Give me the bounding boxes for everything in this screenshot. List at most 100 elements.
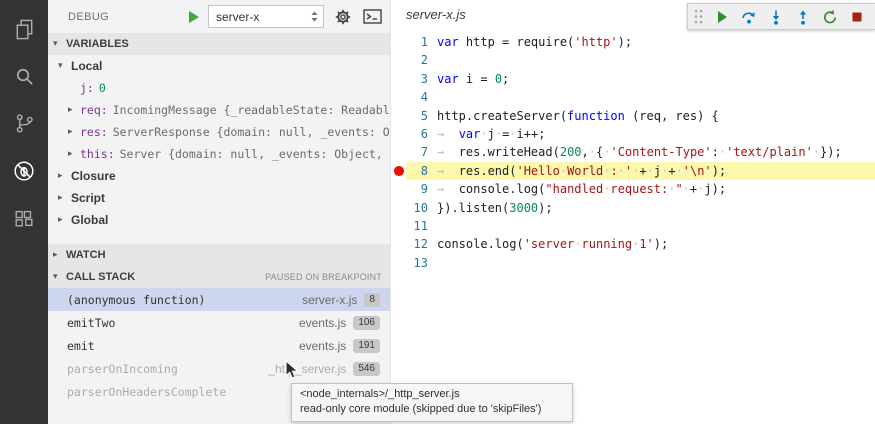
files-icon (13, 18, 36, 41)
code-text[interactable]: var i = 0; (428, 70, 509, 88)
code-line-inner: 6→ var·j·=·i++; (406, 125, 875, 143)
breakpoint-gutter[interactable] (391, 162, 406, 180)
chevron-right-icon: ▸ (58, 193, 68, 203)
activity-source-control[interactable] (0, 100, 48, 147)
activity-explorer[interactable] (0, 6, 48, 53)
activity-debug[interactable] (0, 147, 48, 194)
breakpoint-gutter[interactable] (391, 254, 406, 272)
code-text[interactable] (428, 254, 437, 272)
scope-label: Local (71, 59, 102, 73)
frame-function: parserOnHeadersComplete (67, 385, 226, 399)
open-debug-console-button[interactable] (362, 7, 382, 27)
call-stack-section-header[interactable]: ▾ CALL STACK PAUSED ON BREAKPOINT (48, 266, 390, 288)
code-text[interactable]: http.createServer(function (req, res) { (428, 107, 719, 125)
frame-line-badge: 8 (364, 293, 380, 307)
code-line-inner: 10}).listen(3000); (406, 199, 875, 217)
step-out-icon (795, 9, 811, 25)
breakpoint-gutter[interactable] (391, 143, 406, 161)
variables-tree: ▾Localj:0▸req:IncomingMessage {_readable… (48, 55, 390, 231)
line-number: 12 (406, 235, 428, 253)
chevron-right-icon[interactable]: ▸ (68, 149, 80, 159)
code-text[interactable]: → console.log("handled·request:·"·+·j); (428, 180, 726, 198)
drag-handle-icon (694, 8, 703, 25)
code-text[interactable] (428, 88, 437, 106)
configure-launch-button[interactable] (333, 7, 353, 27)
code-text[interactable] (428, 217, 437, 235)
code-text[interactable]: console.log('server·running·1'); (428, 235, 668, 253)
chevron-right-icon[interactable]: ▸ (68, 127, 80, 137)
variable-req[interactable]: ▸req:IncomingMessage {_readableState: Re… (48, 99, 390, 121)
toolbar-drag-handle[interactable] (694, 8, 703, 25)
variable-this[interactable]: ▸this:Server {domain: null, _events: Obj… (48, 143, 390, 165)
line-number: 9 (406, 180, 428, 198)
code-text[interactable]: → res.writeHead(200,·{·'Content-Type':·'… (428, 143, 842, 161)
code-line-inner: 9→ console.log("handled·request:·"·+·j); (406, 180, 875, 198)
step-into-icon (768, 9, 784, 25)
breakpoint-gutter[interactable] (391, 88, 406, 106)
step-over-button[interactable] (741, 9, 757, 25)
variable-value: Server {domain: null, _events: Object, … (120, 147, 390, 161)
breakpoint-gutter[interactable] (391, 180, 406, 198)
debug-icon (12, 159, 36, 183)
code-text[interactable]: }).listen(3000); (428, 199, 553, 217)
code-line-inner: 1var http = require('http'); (406, 33, 875, 51)
stack-frame-3[interactable]: parserOnIncoming_http_server.js546 (48, 357, 390, 380)
breakpoint-gutter[interactable] (391, 217, 406, 235)
activity-extensions[interactable] (0, 194, 48, 241)
frame-file: events.js (299, 339, 346, 353)
watch-section-header[interactable]: ▸ WATCH (48, 244, 390, 266)
continue-button[interactable] (714, 9, 730, 25)
frame-function: (anonymous function) (67, 293, 205, 307)
stack-frame-1[interactable]: emitTwoevents.js106 (48, 311, 390, 334)
chevron-right-icon: ▸ (58, 171, 68, 181)
variable-j[interactable]: j:0 (48, 77, 390, 99)
breakpoint-gutter[interactable] (391, 125, 406, 143)
stop-button[interactable] (849, 9, 865, 25)
breakpoint-gutter[interactable] (391, 70, 406, 88)
editor-pane: server-x.js 1var http = require('http');… (390, 0, 875, 424)
current-line-highlight: 8→ res.end('Hello·World·:·'·+·j·+·'\n'); (406, 162, 875, 180)
step-out-button[interactable] (795, 9, 811, 25)
scope-script[interactable]: ▸Script (48, 187, 390, 209)
scope-closure[interactable]: ▸Closure (48, 165, 390, 187)
frame-line-badge: 546 (353, 362, 380, 376)
launch-controls: server-x (189, 5, 382, 28)
variable-res[interactable]: ▸res:ServerResponse {domain: null, _even… (48, 121, 390, 143)
line-number: 1 (406, 33, 428, 51)
breakpoint-gutter[interactable] (391, 51, 406, 69)
breakpoint-gutter[interactable] (391, 199, 406, 217)
breakpoint-gutter[interactable] (391, 33, 406, 51)
debug-toolbar (687, 3, 875, 30)
scope-global[interactable]: ▸Global (48, 209, 390, 231)
code-text[interactable]: → res.end('Hello·World·:·'·+·j·+·'\n'); (428, 162, 726, 180)
breakpoint-gutter[interactable] (391, 107, 406, 125)
code-line-4: 4 (391, 88, 875, 106)
code-text[interactable]: var http = require('http'); (428, 33, 632, 51)
stop-icon (849, 9, 865, 25)
select-arrows-icon (311, 11, 318, 22)
launch-config-dropdown[interactable]: server-x (208, 5, 324, 28)
code-text[interactable] (428, 51, 437, 69)
line-number: 6 (406, 125, 428, 143)
variable-name: j: (80, 81, 94, 95)
restart-button[interactable] (822, 9, 838, 25)
code-area: 1var http = require('http');23var i = 0;… (391, 33, 875, 272)
activity-search[interactable] (0, 53, 48, 100)
scope-local[interactable]: ▾Local (48, 55, 390, 77)
stack-frame-0[interactable]: (anonymous function)server-x.js8 (48, 288, 390, 311)
code-line-6: 6→ var·j·=·i++; (391, 125, 875, 143)
frame-function: emitTwo (67, 316, 115, 330)
chevron-right-icon[interactable]: ▸ (68, 105, 80, 115)
tooltip-description: read-only core module (skipped due to 's… (300, 402, 564, 417)
step-into-button[interactable] (768, 9, 784, 25)
chevron-down-icon: ▾ (53, 39, 63, 49)
vscode-window: DEBUG server-x (0, 0, 875, 424)
code-text[interactable]: → var·j·=·i++; (428, 125, 545, 143)
variables-section-header[interactable]: ▾ VARIABLES (48, 33, 390, 55)
frame-function: emit (67, 339, 95, 353)
stack-frame-2[interactable]: emitevents.js191 (48, 334, 390, 357)
breakpoint-gutter[interactable] (391, 235, 406, 253)
scope-label: Global (71, 213, 108, 227)
variable-value: IncomingMessage {_readableState: Readabl… (113, 103, 390, 117)
start-debugging-button[interactable] (189, 11, 199, 23)
